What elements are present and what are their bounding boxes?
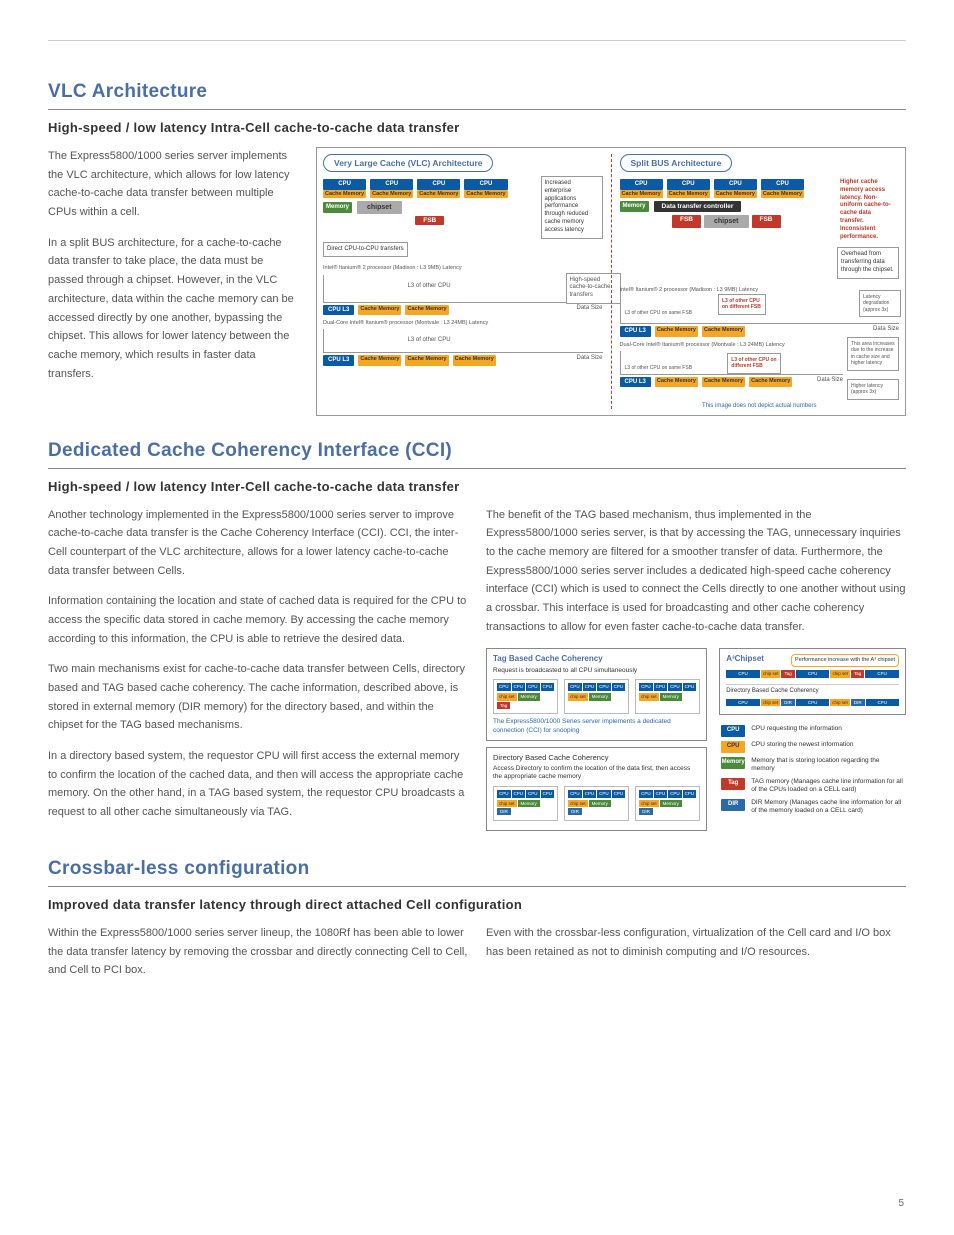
tag-cci-note: The Express5800/1000 Series server imple… bbox=[493, 718, 700, 735]
fsb-chip: FSB bbox=[415, 216, 444, 225]
split-arch-title: Split BUS Architecture bbox=[620, 154, 733, 172]
dtc-chip: Data transfer controller bbox=[654, 201, 742, 212]
section1-underline bbox=[48, 109, 906, 110]
split-red-note: Higher cache memory access latency. Non-… bbox=[837, 176, 899, 244]
section3-left-p1: Within the Express5800/1000 series serve… bbox=[48, 924, 468, 980]
section2-right-p1: The benefit of the TAG based mechanism, … bbox=[486, 506, 906, 637]
section3-right-p1: Even with the crossbar-less configuratio… bbox=[486, 924, 906, 961]
cpu-chip: CPU bbox=[323, 179, 366, 190]
dir-panel: Directory Based Cache Coherency Access D… bbox=[486, 747, 707, 831]
legend-cpu-store: CPU storing the newest information bbox=[751, 741, 853, 749]
legend-cpu-req: CPU requesting the information bbox=[751, 725, 842, 733]
higher-lat-note: Higher latency (approx 3x) bbox=[847, 379, 899, 400]
legend-tag: TAG memory (Manages cache line informati… bbox=[751, 778, 904, 795]
l3-diff-fsb-note1: L3 of other CPU on different FSB bbox=[718, 294, 766, 315]
dir-panel-title: Directory Based Cache Coherency bbox=[493, 753, 700, 763]
legend-memory: Memory that is storing location regardin… bbox=[751, 757, 904, 774]
chipset-chip: chipset bbox=[357, 201, 402, 215]
vlc-perf-note: Increased enterprise applications perfor… bbox=[541, 176, 603, 239]
a3-title: A³Chipset bbox=[726, 654, 764, 664]
dir-panel-desc: Access Directory to confirm the location… bbox=[493, 765, 700, 782]
latency-deg-note: Latency degradation (approx 3x) bbox=[859, 290, 901, 318]
section2-left-p3: Two main mechanisms exist for cache-to-c… bbox=[48, 660, 468, 735]
section3-title: Crossbar-less configuration bbox=[48, 858, 906, 880]
page-number: 5 bbox=[898, 1198, 904, 1209]
section2-left-p2: Information containing the location and … bbox=[48, 592, 468, 648]
l3-other-label2: L3 of other CPU bbox=[408, 337, 451, 345]
area-inc-note: This area increases due to the increase … bbox=[847, 337, 899, 371]
section1-subtitle: High-speed / low latency Intra-Cell cach… bbox=[48, 120, 906, 135]
vlc-arch-title: Very Large Cache (VLC) Architecture bbox=[323, 154, 493, 172]
proc2-label: Dual-Core Intel® Itanium® processor (Mon… bbox=[323, 320, 603, 327]
a3-panel: A³Chipset Performance increase with the … bbox=[719, 648, 906, 715]
section1-para2: In a split BUS architecture, for a cache… bbox=[48, 234, 298, 384]
section2-left-p4: In a directory based system, the request… bbox=[48, 747, 468, 822]
top-rule bbox=[48, 40, 906, 41]
tag-panel-title: Tag Based Cache Coherency bbox=[493, 654, 700, 664]
tag-panel: Tag Based Cache Coherency Request is bro… bbox=[486, 648, 707, 741]
tag-panel-desc: Request is broadcasted to all CPU simult… bbox=[493, 667, 700, 675]
overhead-note: Overhead from transferring data through … bbox=[837, 247, 899, 278]
section2-subtitle: High-speed / low latency Inter-Cell cach… bbox=[48, 479, 906, 494]
l3-diff-fsb-note2: L3 of other CPU on different FSB bbox=[727, 353, 781, 374]
direct-transfer-note: Direct CPU-to-CPU transfers bbox=[323, 242, 408, 258]
section1-para1: The Express5800/1000 series server imple… bbox=[48, 147, 298, 222]
section3-underline bbox=[48, 886, 906, 887]
memory-chip: Memory bbox=[323, 202, 352, 213]
section3-subtitle: Improved data transfer latency through d… bbox=[48, 897, 906, 912]
section2-left-p1: Another technology implemented in the Ex… bbox=[48, 506, 468, 581]
section1-title: VLC Architecture bbox=[48, 81, 906, 103]
l3-other-label1: L3 of other CPU bbox=[408, 283, 451, 291]
legend-dir: DIR Memory (Manages cache line informati… bbox=[751, 799, 904, 816]
proc1-label: Intel® Itanium® 2 processor (Madison : L… bbox=[323, 265, 603, 272]
section2-underline bbox=[48, 468, 906, 469]
cache-chip: Cache Memory bbox=[323, 190, 366, 198]
section2-title: Dedicated Cache Coherency Interface (CCI… bbox=[48, 440, 906, 462]
legend: CPUCPU requesting the information CPUCPU… bbox=[719, 721, 906, 823]
a3-dir-label: Directory Based Cache Coherency bbox=[726, 684, 899, 696]
perf-bubble: Performance increase with the A³ chipset bbox=[791, 654, 899, 667]
cci-diagram: Tag Based Cache Coherency Request is bro… bbox=[486, 648, 906, 831]
vlc-split-diagram: Very Large Cache (VLC) Architecture CPUC… bbox=[316, 147, 906, 416]
diagram-footer-note: This image does not depict actual number… bbox=[620, 403, 900, 409]
